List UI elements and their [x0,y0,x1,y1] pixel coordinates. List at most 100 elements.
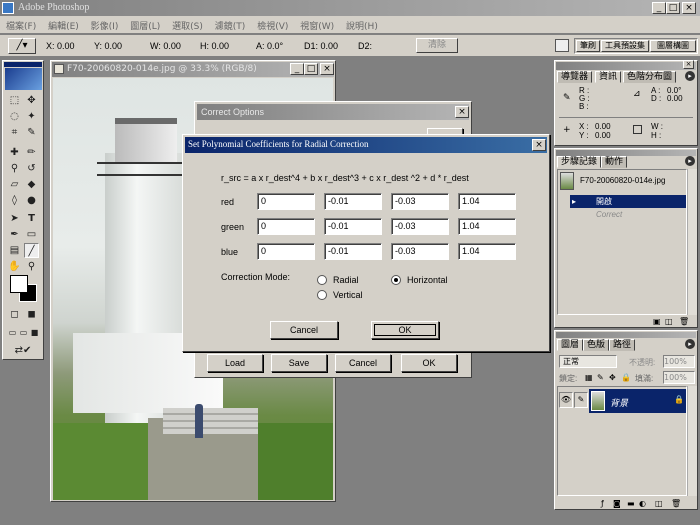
info-palette-close-icon[interactable]: × [683,60,694,69]
new-snapshot-icon[interactable]: ◫ [665,317,673,326]
zoom-tool-icon[interactable]: ⚲ [24,259,39,274]
menu-file[interactable]: 檔案(F) [6,22,36,32]
palette-well-tab-brushes[interactable]: 筆刷 [576,40,600,52]
menu-view[interactable]: 檢視(V) [257,22,288,32]
delete-layer-icon[interactable]: 🗑 [671,499,681,508]
coef-blue-a[interactable]: 0 [257,243,315,260]
layers-menu-icon[interactable]: ▸ [685,339,695,349]
brush-tool-icon[interactable]: ✏ [24,145,39,160]
document-title-bar[interactable]: F70-20060820-014e.jpg @ 33.3% (RGB/8) _ … [52,62,334,77]
coef-green-d[interactable]: 1.04 [458,218,516,235]
radio-horizontal[interactable] [391,275,401,285]
lock-pixels-icon[interactable]: ✎ [597,373,604,382]
menu-image[interactable]: 影像(I) [91,22,119,32]
cancel-button[interactable]: Cancel [270,321,338,339]
palette-well-tab-tool-presets[interactable]: 工具預設集 [601,40,649,52]
fill-input[interactable]: 100% [663,371,695,384]
eraser-tool-icon[interactable]: ▱ [7,177,22,192]
layers-scrollbar[interactable] [687,386,697,496]
tab-actions[interactable]: 動作 [601,156,628,168]
history-menu-icon[interactable]: ▸ [685,156,695,166]
lock-all-icon[interactable]: 🔒 [621,373,631,382]
healing-brush-tool-icon[interactable]: ✚ [7,145,22,160]
coef-red-c[interactable]: -0.03 [391,193,449,210]
load-button[interactable]: Load [207,354,263,372]
blend-mode-select[interactable]: 正常 [559,355,617,368]
history-item-correct[interactable]: Correct [570,209,686,222]
radio-radial[interactable] [317,275,327,285]
minimize-icon[interactable]: _ [652,2,666,14]
blur-tool-icon[interactable]: ◊ [7,193,22,208]
dialog-title-bar[interactable]: Set Polynomial Coefficients for Radial C… [185,137,547,153]
crop-tool-icon[interactable]: ⌗ [7,125,22,140]
menu-layer[interactable]: 圖層(L) [130,22,160,32]
maximize-icon[interactable]: □ [666,2,680,14]
foreground-color-swatch[interactable] [10,275,28,293]
tab-paths[interactable]: 路徑 [609,339,636,351]
menu-window[interactable]: 視窗(W) [300,22,334,32]
hand-tool-icon[interactable]: ✋ [7,259,22,274]
correct-options-ok-button[interactable]: OK [401,354,457,372]
notes-tool-icon[interactable]: ▤ [7,243,22,258]
tab-navigator[interactable]: 導覽器 [557,71,593,83]
slice-tool-icon[interactable]: ✎ [24,125,39,140]
snapshot-name[interactable]: F70-20060820-014e.jpg [580,176,665,185]
paint-bucket-tool-icon[interactable]: ◆ [24,177,39,192]
palette-menu-icon[interactable]: ▸ [685,71,695,81]
coef-blue-c[interactable]: -0.03 [391,243,449,260]
clear-button[interactable]: 清除 [416,38,458,53]
palette-well-tab-layer-comps[interactable]: 圖層構圖 [650,40,696,52]
tab-history[interactable]: 步驟記錄 [557,156,602,168]
close-icon[interactable]: × [682,2,696,14]
history-brush-tool-icon[interactable]: ↺ [24,161,39,176]
tab-info[interactable]: 資訊 [595,71,622,83]
delete-state-icon[interactable]: 🗑 [679,317,689,326]
menu-help[interactable]: 說明(H) [346,22,378,32]
add-layer-style-icon[interactable]: ƒ [601,499,604,508]
document-minimize-icon[interactable]: _ [290,63,304,75]
correct-options-title-bar[interactable]: Correct Options × [197,104,469,120]
layer-visibility-eye-icon[interactable]: 👁 [559,392,573,408]
new-layer-set-icon[interactable]: ▬ [627,499,635,508]
file-browser-icon[interactable] [555,39,569,52]
new-document-from-state-icon[interactable]: ▣ [653,317,661,326]
measure-tool-icon[interactable]: ╱ [24,243,39,258]
history-item-open[interactable]: ▸ 開啟 [570,195,686,208]
coef-red-d[interactable]: 1.04 [458,193,516,210]
clone-stamp-tool-icon[interactable]: ⚲ [7,161,22,176]
tab-layers[interactable]: 圖層 [557,339,584,351]
screen-mode-full-icon[interactable]: ■ [27,325,42,340]
tab-histogram[interactable]: 色階分布圖 [623,71,677,83]
type-tool-icon[interactable]: T [24,211,39,226]
tab-channels[interactable]: 色版 [583,339,610,351]
magic-wand-tool-icon[interactable]: ✦ [24,109,39,124]
layer-link-brush-icon[interactable]: ✎ [574,392,588,408]
coef-blue-d[interactable]: 1.04 [458,243,516,260]
correct-options-close-icon[interactable]: × [455,106,469,118]
dialog-close-icon[interactable]: × [532,139,546,151]
coef-green-c[interactable]: -0.03 [391,218,449,235]
menu-select[interactable]: 選取(S) [172,22,203,32]
pen-tool-icon[interactable]: ✒ [7,227,22,242]
coef-red-a[interactable]: 0 [257,193,315,210]
radio-vertical[interactable] [317,290,327,300]
layer-row-background[interactable]: 👁 ✎ 背景 🔒 [558,388,686,414]
document-close-icon[interactable]: × [320,63,334,75]
jump-to-imageready-icon[interactable]: ⇄✔ [7,343,39,358]
marquee-tool-icon[interactable]: ⬚ [7,93,22,108]
opacity-input[interactable]: 100% [663,355,695,368]
menu-filter[interactable]: 濾鏡(T) [215,22,246,32]
save-button[interactable]: Save [271,354,327,372]
menu-edit[interactable]: 編輯(E) [48,22,79,32]
coef-green-a[interactable]: 0 [257,218,315,235]
move-tool-icon[interactable]: ✥ [24,93,39,108]
correct-options-cancel-button[interactable]: Cancel [335,354,391,372]
history-scrollbar[interactable] [687,169,697,315]
lock-position-icon[interactable]: ✥ [609,373,616,382]
standard-mode-icon[interactable]: ◻ [7,307,22,322]
shape-tool-icon[interactable]: ▭ [24,227,39,242]
path-selection-tool-icon[interactable]: ➤ [7,211,22,226]
dodge-tool-icon[interactable]: ● [24,193,39,208]
lock-transparency-icon[interactable]: ▦ [585,373,593,382]
coef-red-b[interactable]: -0.01 [324,193,382,210]
